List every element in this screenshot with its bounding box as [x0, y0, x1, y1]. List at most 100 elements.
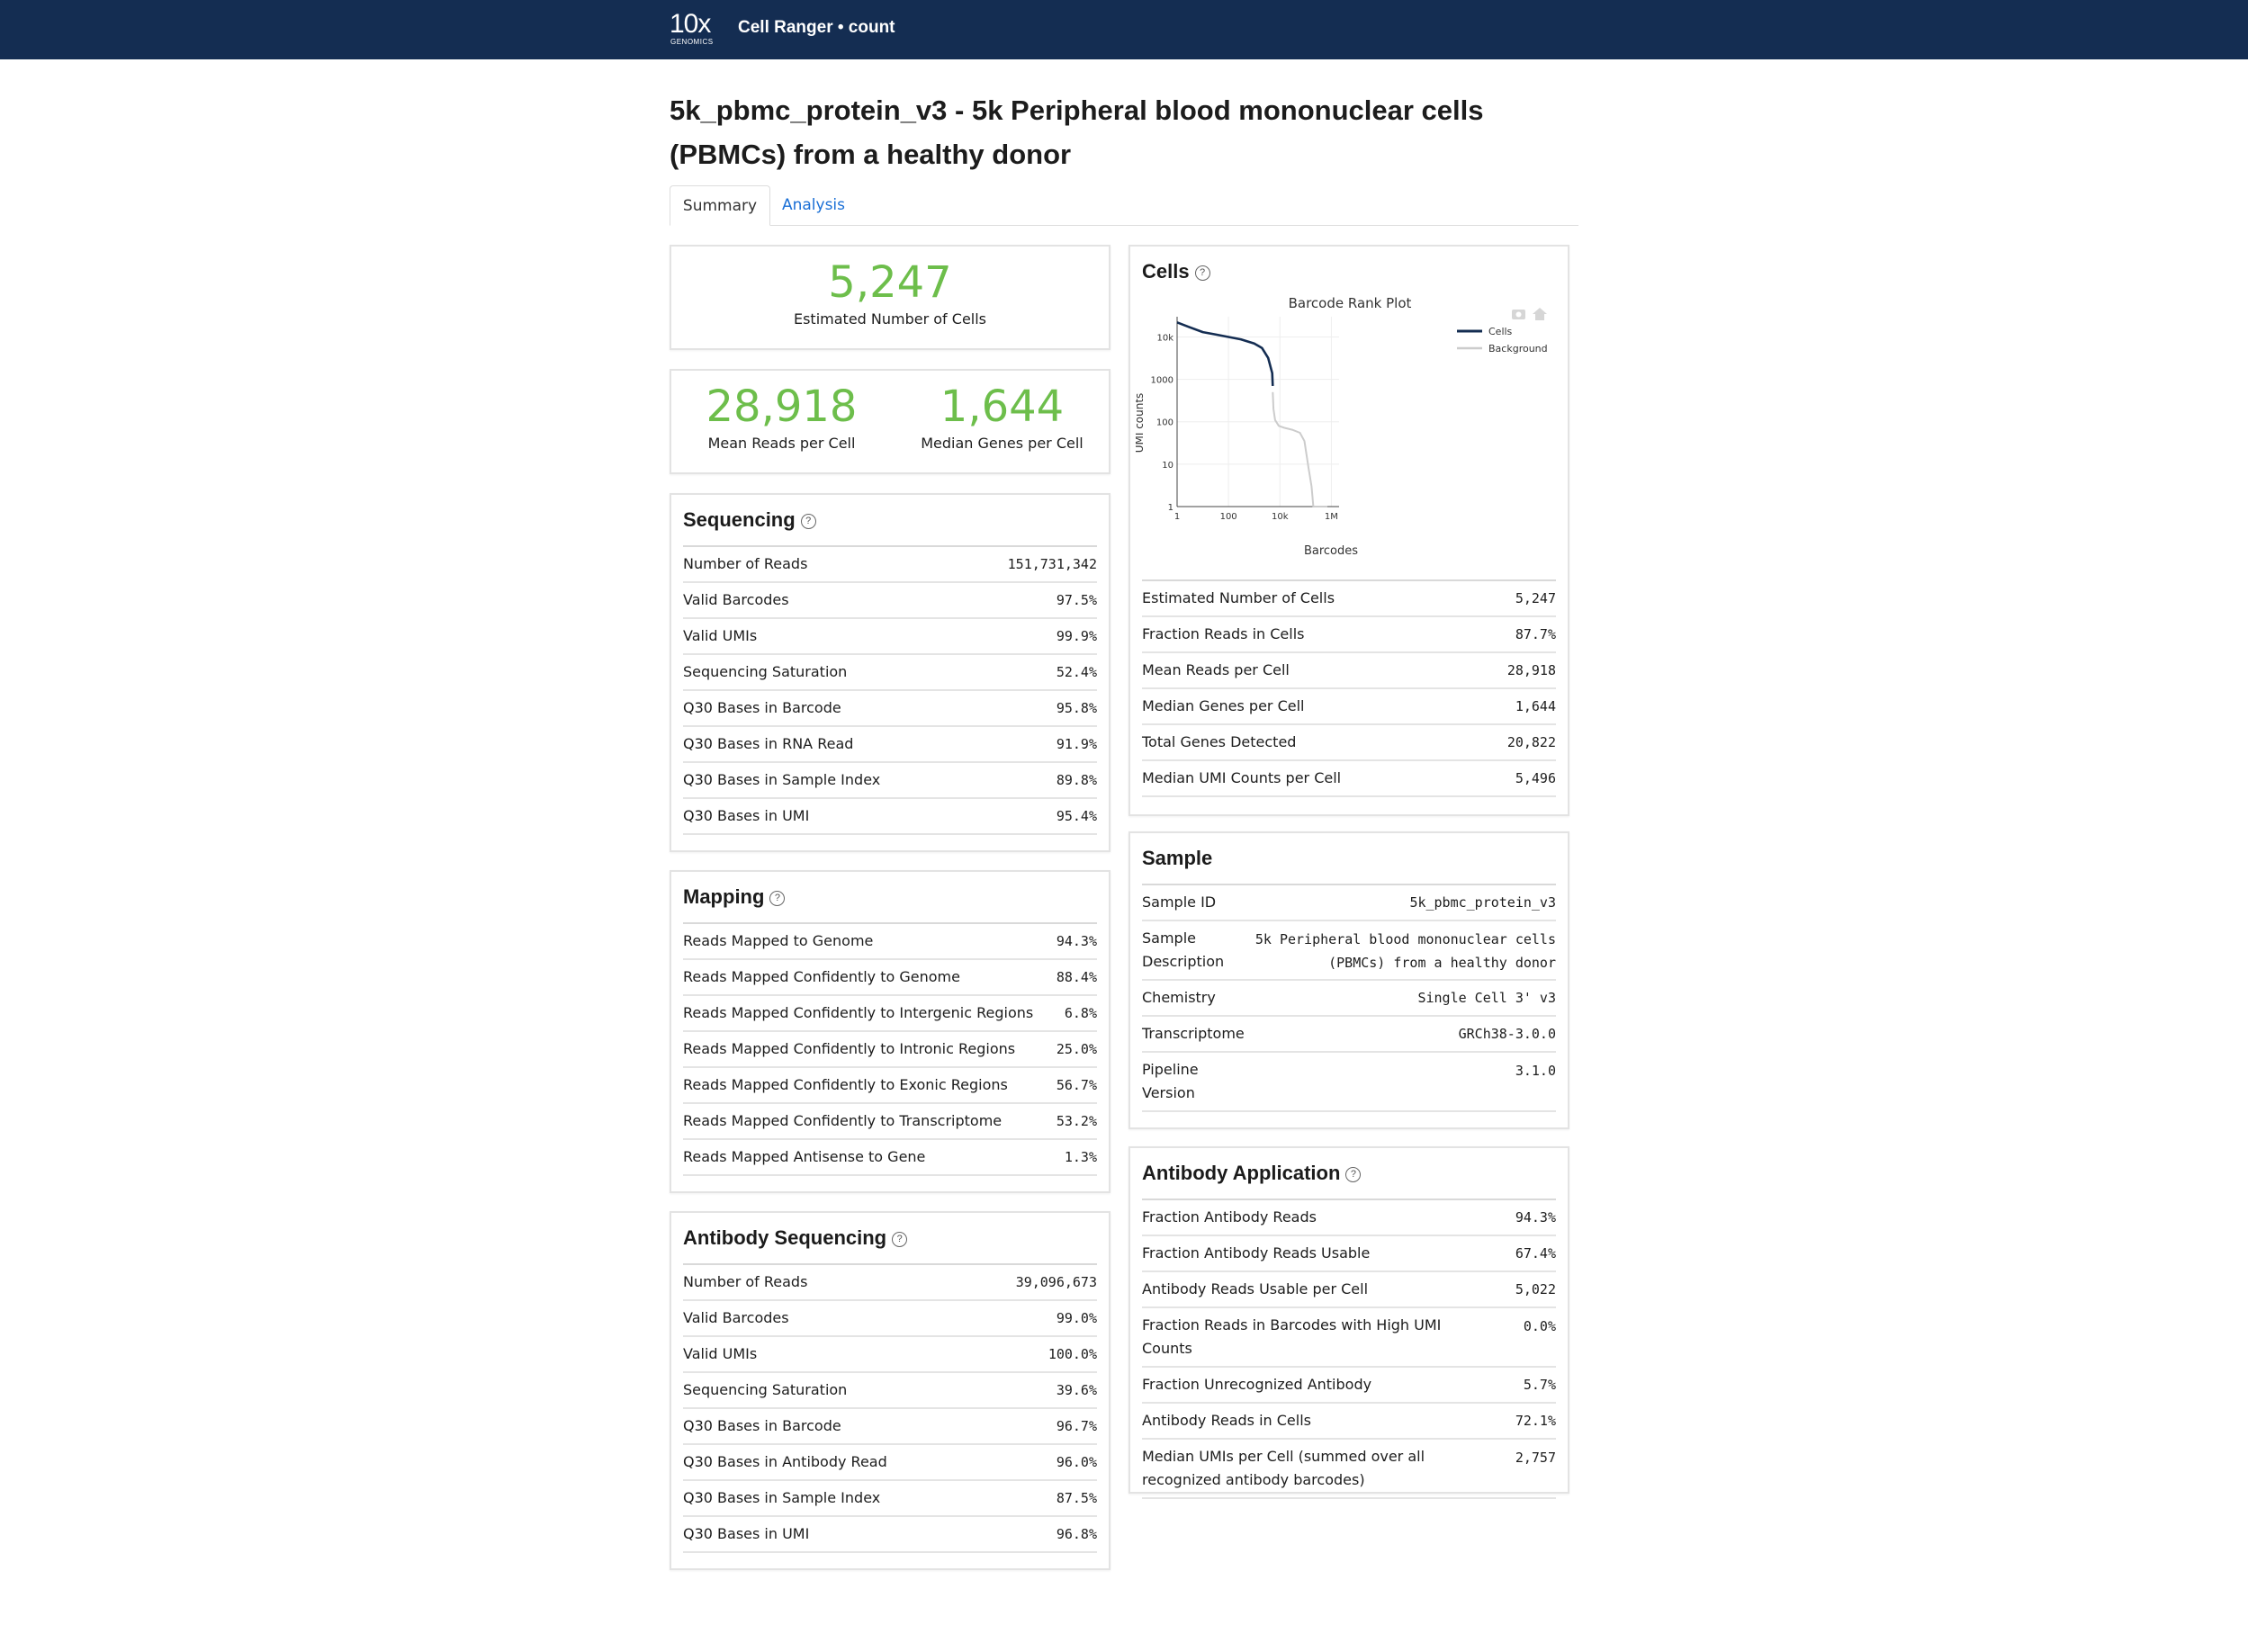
metric-value: 96.7%: [1056, 1418, 1097, 1434]
camera-icon[interactable]: [1512, 310, 1525, 319]
metric-value: 39.6%: [1056, 1382, 1097, 1398]
sample-card: Sample Sample ID 5k_pbmc_protein_v3 Sample…: [1128, 831, 1569, 1129]
metric-row: Q30 Bases in Antibody Read 96.0%: [683, 1445, 1097, 1481]
estimated-cells-metric: 5,247 Estimated Number of Cells: [671, 257, 1109, 329]
metric-value: 94.3%: [1515, 1209, 1556, 1226]
metric-row: Q30 Bases in UMI 96.8%: [683, 1517, 1097, 1553]
reads-genes-card: 28,918 Mean Reads per Cell 1,644 Median …: [670, 369, 1111, 474]
median-genes-label: Median Genes per Cell: [921, 435, 1084, 452]
sample-heading: Sample: [1142, 847, 1212, 870]
metric-row: Antibody Reads Usable per Cell 5,022: [1142, 1272, 1556, 1308]
metric-value: 5k Peripheral blood mononuclear cells (P…: [1254, 931, 1556, 971]
y-tick-label: 1000: [1151, 376, 1173, 386]
metric-row: Median UMIs per Cell (summed over all re…: [1142, 1440, 1556, 1499]
metric-row: Q30 Bases in UMI 95.4%: [683, 799, 1097, 835]
sample-table: Sample ID 5k_pbmc_protein_v3 Sample Descri…: [1142, 884, 1556, 1112]
metric-value: 91.9%: [1056, 736, 1097, 752]
metric-label: Reads Mapped Confidently to Intronic Reg…: [683, 1040, 1016, 1057]
metric-label: Transcriptome: [1142, 1025, 1245, 1042]
metric-row: Sample ID 5k_pbmc_protein_v3: [1142, 885, 1556, 921]
tab-summary[interactable]: Summary: [670, 185, 770, 226]
metric-label: Reads Mapped to Genome: [683, 932, 874, 949]
mapping-card: Mapping? Reads Mapped to Genome 94.3% Read…: [670, 870, 1111, 1193]
tab-analysis[interactable]: Analysis: [778, 185, 850, 225]
metric-label: Fraction Antibody Reads Usable: [1142, 1244, 1371, 1261]
top-bar: 10x GENOMICS Cell Ranger • count: [0, 0, 2248, 59]
metric-label: Valid Barcodes: [683, 591, 789, 608]
metric-label: Total Genes Detected: [1142, 733, 1297, 750]
page-title: 5k_pbmc_protein_v3 - 5k Peripheral blood…: [670, 94, 1484, 170]
sample-title: Sample: [1142, 847, 1213, 869]
cells-title: Cells: [1142, 260, 1190, 283]
x-tick-label: 1M: [1325, 512, 1338, 522]
metric-label: Reads Mapped Confidently to Exonic Regio…: [683, 1076, 1008, 1093]
metric-label: Q30 Bases in Barcode: [683, 699, 841, 716]
metric-value: 5.7%: [1523, 1377, 1556, 1393]
help-icon[interactable]: ?: [1345, 1166, 1362, 1182]
metric-row: Sequencing Saturation 39.6%: [683, 1373, 1097, 1409]
metric-value: 1.3%: [1064, 1149, 1097, 1165]
sequencing-table: Number of Reads 151,731,342 Valid Barcodes…: [683, 545, 1097, 835]
chart-legend[interactable]: Cells Background: [1457, 326, 1548, 355]
help-icon[interactable]: ?: [769, 890, 786, 906]
metric-label: Number of Reads: [683, 1273, 808, 1290]
metric-value: 72.1%: [1515, 1413, 1556, 1429]
x-axis-label: Barcodes: [1304, 544, 1358, 558]
metric-row: Fraction Reads in Cells 87.7%: [1142, 617, 1556, 653]
home-icon[interactable]: [1533, 308, 1547, 320]
metric-label: Valid UMIs: [683, 1345, 758, 1362]
x-tick-label: 1: [1174, 512, 1180, 522]
metric-label: Q30 Bases in Barcode: [683, 1417, 841, 1434]
antibody-sequencing-title: Antibody Sequencing: [683, 1226, 887, 1249]
metric-row: Mean Reads per Cell 28,918: [1142, 653, 1556, 689]
x-tick-label: 10k: [1272, 512, 1289, 522]
10x-genomics-logo[interactable]: 10x GENOMICS: [670, 11, 720, 47]
metric-label: Sequencing Saturation: [683, 1381, 848, 1398]
metric-value: 94.3%: [1056, 933, 1097, 949]
metric-value: 96.8%: [1056, 1526, 1097, 1542]
antibody-sequencing-heading: Antibody Sequencing?: [683, 1226, 908, 1250]
help-icon[interactable]: ?: [800, 513, 816, 529]
help-icon[interactable]: ?: [892, 1231, 908, 1247]
metric-value: 28,918: [1506, 662, 1556, 678]
metric-value: 53.2%: [1056, 1113, 1097, 1129]
metric-label: Reads Mapped Confidently to Intergenic R…: [683, 1004, 1034, 1021]
metric-label: Median UMIs per Cell (summed over all re…: [1142, 1448, 1425, 1488]
metric-row: Reads Mapped Confidently to Intronic Reg…: [683, 1032, 1097, 1068]
metric-value: 5,022: [1515, 1281, 1556, 1297]
metric-row: Reads Mapped to Genome 94.3%: [683, 924, 1097, 960]
metric-label: Reads Mapped Confidently to Transcriptom…: [683, 1112, 1003, 1129]
metric-value: 39,096,673: [1015, 1274, 1097, 1290]
metric-value: 151,731,342: [1007, 556, 1097, 572]
cells-table: Estimated Number of Cells 5,247 Fraction R…: [1142, 579, 1556, 797]
metric-row: Q30 Bases in Barcode 96.7%: [683, 1409, 1097, 1445]
metric-value: 1,644: [1515, 698, 1556, 714]
metric-value: 3.1.0: [1515, 1063, 1556, 1079]
metric-row: Valid UMIs 99.9%: [683, 619, 1097, 655]
metric-label: Reads Mapped Antisense to Gene: [683, 1148, 926, 1165]
mean-reads-label: Mean Reads per Cell: [707, 435, 856, 452]
metric-label: Median UMI Counts per Cell: [1142, 769, 1342, 786]
metric-row: Total Genes Detected 20,822: [1142, 725, 1556, 761]
metric-value: 6.8%: [1064, 1005, 1097, 1021]
y-tick-label: 10: [1162, 461, 1173, 471]
metric-row: Median Genes per Cell 1,644: [1142, 689, 1556, 725]
legend-label: Background: [1488, 343, 1548, 355]
mapping-heading: Mapping?: [683, 885, 786, 909]
y-tick-label: 1: [1168, 503, 1173, 513]
metric-row: Number of Reads 39,096,673: [683, 1265, 1097, 1301]
y-axis-label: UMI counts: [1136, 393, 1146, 453]
metric-value: 95.8%: [1056, 700, 1097, 716]
metric-label: Q30 Bases in RNA Read: [683, 735, 854, 752]
metric-row: Valid Barcodes 99.0%: [683, 1301, 1097, 1337]
metric-value: 2,757: [1515, 1450, 1556, 1466]
help-icon[interactable]: ?: [1194, 265, 1210, 281]
barcode-rank-plot[interactable]: Barcode Rank Plot 1 100 10k 1M 1 10 100 1000 10k…: [1136, 288, 1559, 567]
metric-row: Transcriptome GRCh38-3.0.0: [1142, 1017, 1556, 1053]
metric-value: GRCh38-3.0.0: [1458, 1026, 1556, 1042]
metric-value: 97.5%: [1056, 592, 1097, 608]
metric-value: 88.4%: [1056, 969, 1097, 985]
metric-label: Sample ID: [1142, 893, 1217, 911]
metric-label: Fraction Unrecognized Antibody: [1142, 1376, 1372, 1393]
metric-label: Number of Reads: [683, 555, 808, 572]
